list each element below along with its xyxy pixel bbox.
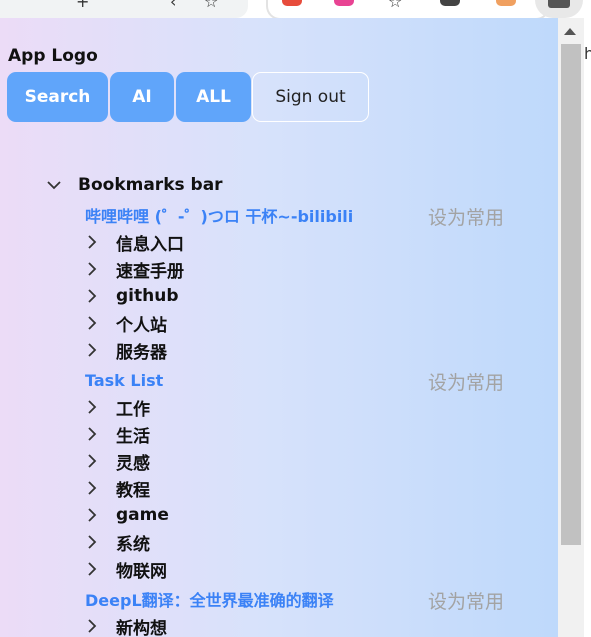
extension-orange-icon[interactable] — [496, 0, 516, 6]
extensions-icon — [548, 0, 570, 8]
chevron-right-icon[interactable] — [85, 562, 99, 576]
puzzle-icon[interactable]: ☆ — [388, 0, 402, 11]
extensions-area: ☆ — [266, 0, 550, 20]
chevron-right-icon[interactable] — [85, 508, 99, 522]
bookmark-link[interactable]: DeepL翻译：全世界最准确的翻译 — [85, 587, 334, 611]
extension-pink-icon[interactable] — [334, 0, 354, 6]
bookmark-folder[interactable]: github — [85, 284, 179, 308]
folder-label: 灵感 — [116, 453, 150, 474]
chevron-right-icon[interactable] — [85, 262, 99, 276]
chevron-right-icon[interactable] — [85, 454, 99, 468]
folder-label: github — [116, 286, 179, 306]
page-edge-text: h — [584, 44, 591, 63]
set-favorite-button[interactable]: 设为常用 — [428, 203, 504, 230]
bookmark-folder[interactable]: 物联网 — [85, 557, 167, 582]
bookmark-folder[interactable]: 灵感 — [85, 449, 150, 474]
all-button[interactable]: ALL — [176, 72, 251, 122]
bookmark-folder[interactable]: 新构想 — [85, 614, 167, 637]
folder-label: 系统 — [116, 534, 150, 555]
bookmark-link-label[interactable]: 哔哩哔哩 (゜-゜)つロ 干杯~-bilibili — [85, 203, 353, 227]
browser-toolbar: + ‹ ☆ ☆ — [0, 0, 591, 20]
bookmark-link[interactable]: Task List — [85, 368, 163, 392]
bookmark-folder[interactable]: 个人站 — [85, 311, 167, 336]
bookmark-folder[interactable]: 速查手册 — [85, 257, 184, 282]
chevron-down-icon[interactable] — [47, 178, 61, 192]
folder-label: 新构想 — [116, 618, 167, 637]
ai-button[interactable]: AI — [110, 72, 174, 122]
bookmark-link[interactable]: 哔哩哔哩 (゜-゜)つロ 干杯~-bilibili — [85, 203, 353, 227]
folder-label: 物联网 — [116, 561, 167, 582]
plus-icon[interactable]: + — [76, 0, 89, 11]
omnibox-area[interactable]: + ‹ ☆ — [0, 0, 248, 18]
app-logo: App Logo — [8, 46, 98, 66]
bookmark-link-label[interactable]: DeepL翻译：全世界最准确的翻译 — [85, 587, 334, 611]
chevron-right-icon[interactable] — [85, 235, 99, 249]
folder-label: 生活 — [116, 426, 150, 447]
extension-dark-icon[interactable] — [440, 0, 460, 6]
extension-popup: App Logo Search AI ALL Sign out Bookmark… — [0, 18, 584, 637]
bookmark-folder[interactable]: 教程 — [85, 476, 150, 501]
scroll-up-arrow-icon[interactable] — [564, 28, 576, 35]
tree-root-bookmarks-bar[interactable]: Bookmarks bar — [47, 173, 223, 197]
chevron-right-icon[interactable] — [85, 316, 99, 330]
set-favorite-button[interactable]: 设为常用 — [428, 587, 504, 614]
folder-label: 工作 — [116, 399, 150, 420]
bookmark-folder[interactable]: 生活 — [85, 422, 150, 447]
cursor-icon: ‹ — [170, 0, 177, 11]
bookmark-link-label[interactable]: Task List — [85, 371, 163, 390]
folder-label: 个人站 — [116, 315, 167, 336]
bookmark-folder[interactable]: 系统 — [85, 530, 150, 555]
sign-out-button[interactable]: Sign out — [252, 72, 369, 122]
chevron-right-icon[interactable] — [85, 481, 99, 495]
chevron-right-icon[interactable] — [85, 535, 99, 549]
bookmark-folder[interactable]: 服务器 — [85, 338, 167, 363]
star-icon[interactable]: ☆ — [204, 0, 218, 11]
chevron-right-icon[interactable] — [85, 427, 99, 441]
scrollbar-thumb[interactable] — [561, 44, 581, 545]
folder-label: 速查手册 — [116, 261, 184, 282]
chevron-right-icon[interactable] — [85, 619, 99, 633]
extension-red-icon[interactable] — [282, 0, 302, 6]
search-button[interactable]: Search — [7, 72, 108, 122]
bookmark-folder[interactable]: 信息入口 — [85, 230, 184, 255]
folder-label: game — [116, 505, 169, 525]
folder-label: 教程 — [116, 480, 150, 501]
chevron-right-icon[interactable] — [85, 343, 99, 357]
chevron-right-icon[interactable] — [85, 400, 99, 414]
bookmark-folder[interactable]: game — [85, 503, 169, 527]
set-favorite-button[interactable]: 设为常用 — [428, 368, 504, 395]
bookmark-folder[interactable]: 工作 — [85, 395, 150, 420]
folder-label: 服务器 — [116, 342, 167, 363]
folder-label: 信息入口 — [116, 234, 184, 255]
tree-root-label: Bookmarks bar — [78, 175, 223, 195]
chevron-right-icon[interactable] — [85, 289, 99, 303]
